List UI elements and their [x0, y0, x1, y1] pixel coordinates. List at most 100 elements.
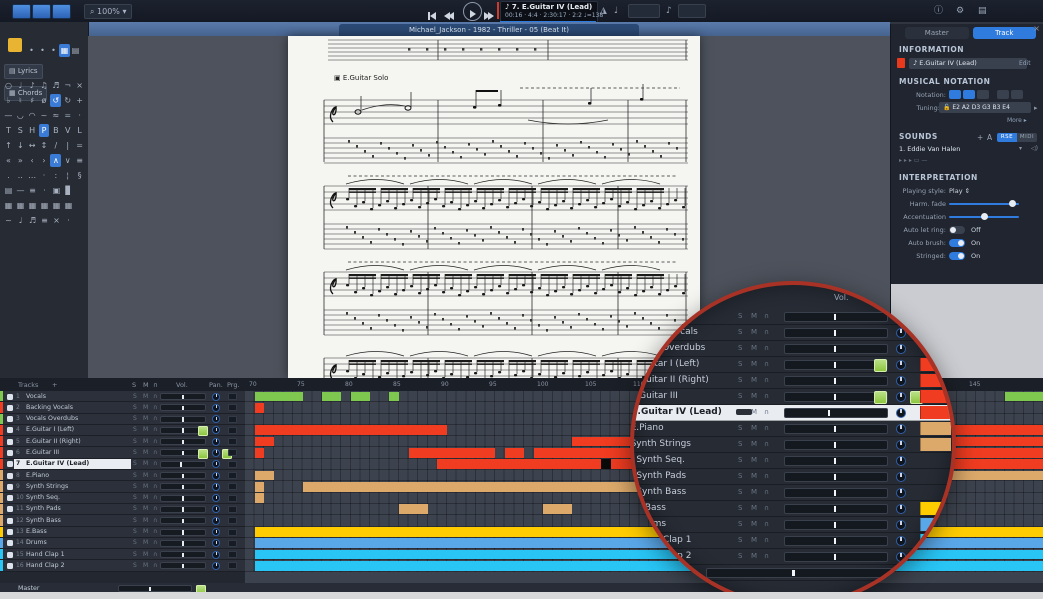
palette-icon[interactable]: ▦	[59, 44, 70, 57]
headphone-icon[interactable]: ∩	[153, 551, 157, 558]
palette-icon[interactable]: ×	[51, 214, 62, 227]
palette-icon[interactable]: ≡	[27, 184, 38, 197]
automation-box[interactable]	[198, 449, 208, 459]
pan-knob[interactable]	[896, 520, 906, 530]
program-box[interactable]	[228, 517, 237, 524]
volume-slider[interactable]	[784, 360, 888, 370]
headphone-icon[interactable]: ∩	[153, 494, 157, 501]
slider-knob[interactable]	[1009, 200, 1016, 207]
solo-icon[interactable]: S	[738, 424, 742, 432]
slider-knob[interactable]	[981, 213, 988, 220]
automation-box[interactable]	[874, 391, 887, 404]
program-box[interactable]	[228, 483, 237, 490]
palette-icon[interactable]: P	[39, 124, 50, 137]
palette-icon[interactable]: ◠	[27, 109, 38, 122]
solo-icon[interactable]: S	[133, 472, 137, 479]
pan-knob[interactable]	[212, 460, 220, 468]
headphone-icon[interactable]: ∩	[764, 440, 769, 448]
volume-slider[interactable]	[160, 551, 206, 558]
pan-knob[interactable]	[896, 344, 906, 354]
notation-standard-button[interactable]	[949, 90, 961, 101]
palette-icon[interactable]: ↕	[39, 139, 50, 152]
headphone-icon[interactable]: ∩	[153, 438, 157, 445]
solo-icon[interactable]: S	[133, 562, 137, 569]
solo-icon[interactable]: S	[738, 344, 742, 352]
palette-icon[interactable]: ¬	[62, 79, 73, 92]
grid-block[interactable]	[409, 448, 496, 458]
tab-master[interactable]: Master	[905, 27, 969, 39]
volume-slider[interactable]	[160, 404, 206, 411]
palette-icon[interactable]: ▤	[3, 184, 14, 197]
volume-slider[interactable]	[160, 438, 206, 445]
palette-icon[interactable]: +	[74, 94, 85, 107]
rewind-button[interactable]	[444, 5, 456, 17]
settings-icon[interactable]: ⚙	[956, 0, 964, 22]
solo-icon[interactable]: S	[133, 483, 137, 490]
mute-icon[interactable]: M	[143, 449, 148, 456]
edit-link[interactable]: Edit	[1019, 60, 1031, 67]
program-box[interactable]	[228, 495, 237, 502]
palette-icon[interactable]: ↔	[27, 139, 38, 152]
palette-icon[interactable]: ▦	[51, 199, 62, 212]
palette-icon[interactable]: ø	[39, 94, 50, 107]
pan-knob[interactable]	[212, 551, 220, 559]
track-name-cell[interactable]: 4E.Guitar I (Left)	[14, 425, 131, 435]
mute-icon[interactable]: M	[143, 415, 148, 422]
palette-icon[interactable]: L	[74, 124, 85, 137]
palette-icon[interactable]: §	[74, 169, 85, 182]
palette-icon[interactable]: «	[3, 154, 14, 167]
palette-icon[interactable]: ‥	[15, 169, 26, 182]
mute-icon[interactable]: M	[143, 517, 148, 524]
play-button[interactable]	[463, 2, 482, 21]
grid-block[interactable]	[255, 425, 447, 435]
solo-icon[interactable]: S	[738, 312, 742, 320]
volume-slider[interactable]	[160, 562, 206, 569]
mute-icon[interactable]: M	[143, 472, 148, 479]
skip-back-button[interactable]	[428, 5, 440, 17]
headphone-icon[interactable]: ∩	[153, 505, 157, 512]
lyrics-button[interactable]: ▤ Lyrics	[4, 64, 43, 79]
headphone-icon[interactable]: ∩	[153, 460, 157, 467]
palette-icon[interactable]: •	[37, 44, 48, 57]
volume-slider[interactable]	[160, 461, 206, 468]
palette-icon[interactable]: H	[27, 124, 38, 137]
headphone-icon[interactable]: ∩	[764, 488, 769, 496]
headphone-icon[interactable]: ∩	[764, 312, 769, 320]
headphone-icon[interactable]: ∩	[153, 415, 157, 422]
palette-icon[interactable]: ▦	[39, 199, 50, 212]
pan-knob[interactable]	[896, 328, 906, 338]
mute-icon[interactable]: M	[143, 505, 148, 512]
solo-icon[interactable]: S	[133, 494, 137, 501]
mute-icon[interactable]: M	[751, 520, 757, 528]
pan-knob[interactable]	[896, 360, 906, 370]
program-box[interactable]	[228, 506, 237, 513]
volume-slider[interactable]	[784, 456, 888, 466]
volume-slider[interactable]	[784, 488, 888, 498]
loop-icon[interactable]: ♪	[666, 0, 672, 22]
volume-slider[interactable]	[784, 344, 888, 354]
pan-knob[interactable]	[212, 494, 220, 502]
volume-slider[interactable]	[160, 529, 206, 536]
zoom-control[interactable]: ⌕ 100% ▾	[84, 4, 132, 19]
program-box[interactable]	[228, 427, 237, 434]
count-in-icon[interactable]: ♩	[614, 0, 618, 22]
forward-button[interactable]	[484, 5, 496, 17]
track-color-swatch[interactable]	[897, 58, 905, 68]
solo-icon[interactable]: S	[738, 536, 742, 544]
grid-block[interactable]	[322, 392, 341, 402]
mute-icon[interactable]: M	[143, 393, 148, 400]
grid-block[interactable]	[255, 493, 265, 503]
palette-icon[interactable]: —	[3, 109, 14, 122]
interpretation-slider[interactable]	[949, 203, 1019, 205]
pan-knob[interactable]	[212, 483, 220, 491]
palette-icon[interactable]: S	[15, 124, 26, 137]
mute-icon[interactable]: M	[143, 426, 148, 433]
mute-icon[interactable]: M	[751, 376, 757, 384]
palette-icon[interactable]: …	[27, 169, 38, 182]
palette-icon[interactable]: ♬	[27, 214, 38, 227]
palette-icon[interactable]: ≡	[39, 214, 50, 227]
sound-expand-icon[interactable]: ▾	[1019, 145, 1022, 152]
mute-icon[interactable]: M	[751, 344, 757, 352]
mute-icon[interactable]: M	[143, 483, 148, 490]
mute-icon[interactable]: M	[143, 562, 148, 569]
